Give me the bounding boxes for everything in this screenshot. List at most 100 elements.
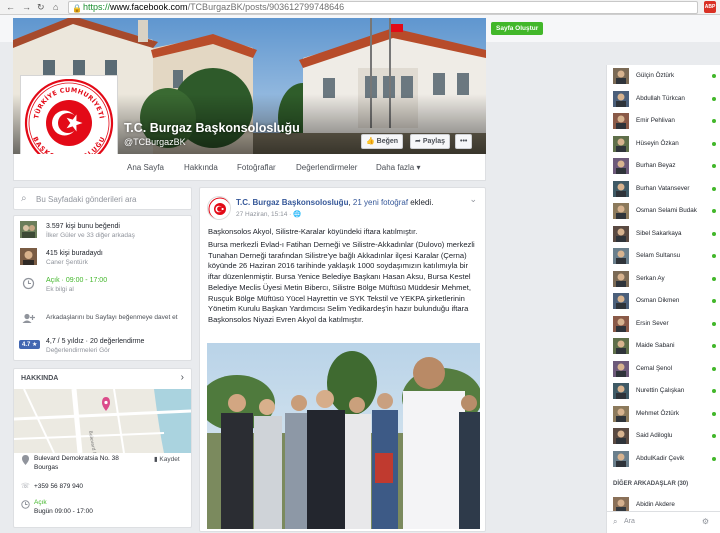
tab-home[interactable]: Ana Sayfa bbox=[127, 163, 164, 172]
chat-contact[interactable]: AbdulKadir Çevik bbox=[607, 450, 720, 467]
chat-contact[interactable]: Hüseyin Özkan bbox=[607, 135, 720, 152]
online-status-icon bbox=[712, 74, 716, 78]
url-host: www.facebook.com bbox=[110, 2, 188, 12]
online-status-icon bbox=[712, 231, 716, 236]
chat-contact[interactable]: Osman Dikmen bbox=[607, 293, 720, 309]
chat-contact[interactable]: Selam Sultansu bbox=[607, 248, 720, 264]
contact-name: Gülçin Öztürk bbox=[636, 72, 675, 79]
location-map[interactable]: Bulevard Demokratsia bbox=[14, 389, 191, 453]
share-page-label: Paylaş bbox=[422, 138, 446, 145]
url-path: /TCBurgazBK/posts/903612799748646 bbox=[187, 2, 345, 12]
search-icon: ⌕ bbox=[21, 193, 27, 204]
chat-contact[interactable]: Said Adiloglu bbox=[607, 428, 720, 444]
chat-contact[interactable]: Osman Selami Budak bbox=[607, 203, 720, 219]
post-author-link[interactable]: T.C. Burgaz Başkonsolosluğu bbox=[236, 198, 348, 207]
phone-number[interactable]: +359 56 879 940 bbox=[34, 483, 83, 490]
contact-name: AbdulKadir Çevik bbox=[636, 454, 685, 462]
page-info-card: 3.597 kişi bunu beğendi İlker Güler ve 3… bbox=[13, 215, 192, 361]
page-post-search-input[interactable]: Bu Sayfadaki gönderileri ara bbox=[36, 195, 137, 204]
post-photos-link[interactable]: 21 yeni fotoğraf bbox=[353, 198, 408, 207]
thumbs-up-icon: 👍 bbox=[366, 138, 375, 145]
tab-reviews[interactable]: Değerlendirmeler bbox=[296, 163, 357, 172]
online-status-icon bbox=[712, 96, 716, 101]
online-status-icon bbox=[712, 254, 716, 258]
chat-contact[interactable]: Emir Pehlivan bbox=[607, 113, 720, 129]
post-photo[interactable] bbox=[207, 343, 480, 529]
gear-icon[interactable]: ⚙ bbox=[702, 517, 709, 526]
open-hours: Açık · 09:00 - 17:00 bbox=[46, 277, 108, 284]
save-location-label: Kaydet bbox=[159, 456, 180, 463]
more-options-button[interactable]: ••• bbox=[455, 134, 473, 149]
chat-contact[interactable]: Burhan Vatansever bbox=[607, 180, 720, 197]
save-location-button[interactable]: ▮ Kaydet bbox=[154, 455, 180, 463]
chat-contact[interactable]: Gülçin Öztürk bbox=[607, 68, 720, 84]
contact-avatar bbox=[613, 113, 629, 129]
adblock-icon[interactable]: ABP bbox=[704, 1, 716, 13]
chat-contact[interactable]: Cemal Şenol bbox=[607, 360, 720, 377]
contact-avatar bbox=[613, 270, 629, 287]
contact-name: Osman Dikmen bbox=[636, 297, 680, 304]
checkins-friend[interactable]: Caner Şentürk bbox=[46, 259, 88, 266]
checkins-count: 415 kişi buradaydı bbox=[46, 250, 103, 257]
online-status-icon bbox=[712, 366, 716, 371]
see-reviews-link[interactable]: Değerlendirmeleri Gör bbox=[46, 347, 110, 354]
online-status-icon bbox=[712, 164, 716, 168]
page-title[interactable]: T.C. Burgaz Başkonsolosluğu bbox=[124, 121, 300, 135]
chevron-down-icon[interactable]: ⌄ bbox=[469, 194, 477, 205]
contact-avatar bbox=[613, 450, 629, 467]
post-action-suffix: ekledi. bbox=[408, 198, 434, 207]
online-status-icon bbox=[712, 321, 716, 326]
about-card: HAKKINDA › Bulevard Demokratsia Bulevard… bbox=[13, 368, 192, 528]
page-handle[interactable]: @TCBurgazBK bbox=[124, 137, 186, 147]
chat-contact[interactable]: Ersin Sever bbox=[607, 315, 720, 332]
post-timestamp[interactable]: 27 Haziran, 15:14 · 🌐 bbox=[236, 210, 301, 218]
share-arrow-icon: ➦ bbox=[415, 138, 421, 145]
chat-contact[interactable]: Maide Sabani bbox=[607, 338, 720, 354]
contact-avatar bbox=[613, 158, 629, 174]
contact-name: Hüseyin Özkan bbox=[636, 139, 679, 147]
invite-friends-link[interactable]: Arkadaşlarını bu Sayfayı beğenmeye davet… bbox=[46, 314, 178, 321]
contact-name: Maide Sabani bbox=[636, 342, 675, 349]
post-author-avatar[interactable] bbox=[207, 196, 231, 220]
likes-friends[interactable]: İlker Güler ve 33 diğer arkadaş bbox=[46, 232, 135, 239]
chat-contact[interactable]: Mehmet Öztürk bbox=[607, 405, 720, 422]
contact-name: Sibel Sakarkaya bbox=[636, 229, 682, 237]
chat-search[interactable]: ⌕ Ara ⚙ bbox=[607, 511, 720, 533]
reload-icon[interactable]: ↻ bbox=[37, 2, 45, 13]
share-page-button[interactable]: ➦ Paylaş bbox=[410, 134, 451, 149]
chevron-right-icon[interactable]: › bbox=[181, 372, 184, 383]
bookmark-icon: ▮ bbox=[154, 456, 158, 463]
chat-sidebar: Gülçin Öztürk Abdullah Türkcan Emir Pehliv… bbox=[606, 65, 720, 533]
create-page-button[interactable]: Sayfa Oluştur bbox=[491, 22, 544, 35]
other-friends-header: DİĞER ARKADAŞLAR (30) bbox=[613, 481, 689, 487]
contact-name: Burhan Vatansever bbox=[636, 184, 690, 192]
location-pin-icon bbox=[21, 455, 30, 467]
chat-search-input[interactable]: Ara bbox=[624, 518, 635, 525]
online-status-icon bbox=[712, 276, 716, 281]
contact-avatar bbox=[613, 293, 629, 309]
contact-name: Burhan Beyaz bbox=[636, 162, 676, 169]
contact-avatar bbox=[613, 360, 629, 377]
tab-more[interactable]: Daha fazla ▾ bbox=[376, 163, 420, 172]
address-bar[interactable]: 🔒 https://www.facebook.com/TCBurgazBK/po… bbox=[68, 1, 698, 14]
chat-contact[interactable]: Nurettin Çalışkan bbox=[607, 383, 720, 399]
chat-contact[interactable]: Serkan Ay bbox=[607, 270, 720, 287]
tab-photos[interactable]: Fotoğraflar bbox=[237, 163, 276, 172]
rating-badge: 4.7 ★ bbox=[19, 340, 41, 349]
contact-name: Ersin Sever bbox=[636, 319, 669, 327]
online-status-icon bbox=[712, 456, 716, 461]
chat-contact[interactable]: Sibel Sakarkaya bbox=[607, 225, 720, 242]
contact-avatar bbox=[613, 338, 629, 354]
back-arrow-icon[interactable]: ← bbox=[6, 2, 15, 12]
chat-contact[interactable]: Abdullah Türkcan bbox=[607, 90, 720, 107]
chat-contact[interactable]: Burhan Beyaz bbox=[607, 158, 720, 174]
forward-arrow-icon[interactable]: → bbox=[22, 2, 31, 12]
like-page-button[interactable]: 👍 Beğen bbox=[361, 134, 404, 149]
contact-avatar bbox=[613, 383, 629, 399]
friend-avatar-icon bbox=[20, 248, 37, 265]
page-post-search[interactable]: ⌕ Bu Sayfadaki gönderileri ara bbox=[13, 187, 192, 210]
tab-about[interactable]: Hakkında bbox=[184, 163, 218, 172]
contact-avatar bbox=[613, 405, 629, 422]
home-icon[interactable]: ⌂ bbox=[53, 2, 58, 12]
more-info-link[interactable]: Ek bilgi al bbox=[46, 286, 74, 293]
